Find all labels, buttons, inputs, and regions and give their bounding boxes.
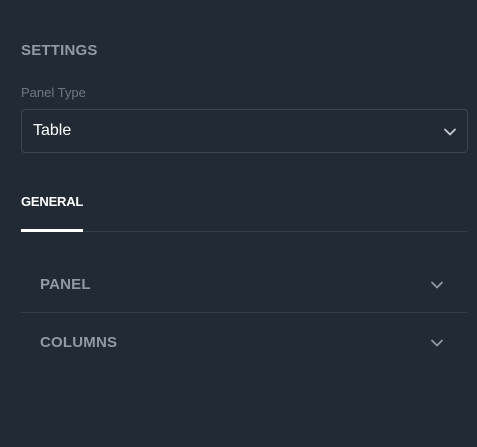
section-panel-label: PANEL: [40, 276, 91, 293]
section-columns-label: COLUMNS: [40, 334, 118, 351]
panel-type-select[interactable]: Table: [21, 109, 468, 153]
settings-accordion: PANEL COLUMNS: [21, 255, 468, 371]
panel-type-value: Table: [33, 122, 72, 139]
settings-tabs: GENERAL: [21, 180, 468, 232]
settings-heading: SETTINGS: [21, 42, 98, 59]
section-panel[interactable]: PANEL: [21, 255, 468, 313]
chevron-down-icon: [431, 281, 443, 289]
chevron-down-icon: [444, 128, 456, 136]
settings-panel: SETTINGS Panel Type Table GENERAL PANEL …: [0, 0, 477, 447]
chevron-down-icon: [431, 339, 443, 347]
tab-general[interactable]: GENERAL: [21, 180, 83, 232]
panel-type-label: Panel Type: [21, 85, 86, 100]
section-columns[interactable]: COLUMNS: [21, 313, 468, 371]
